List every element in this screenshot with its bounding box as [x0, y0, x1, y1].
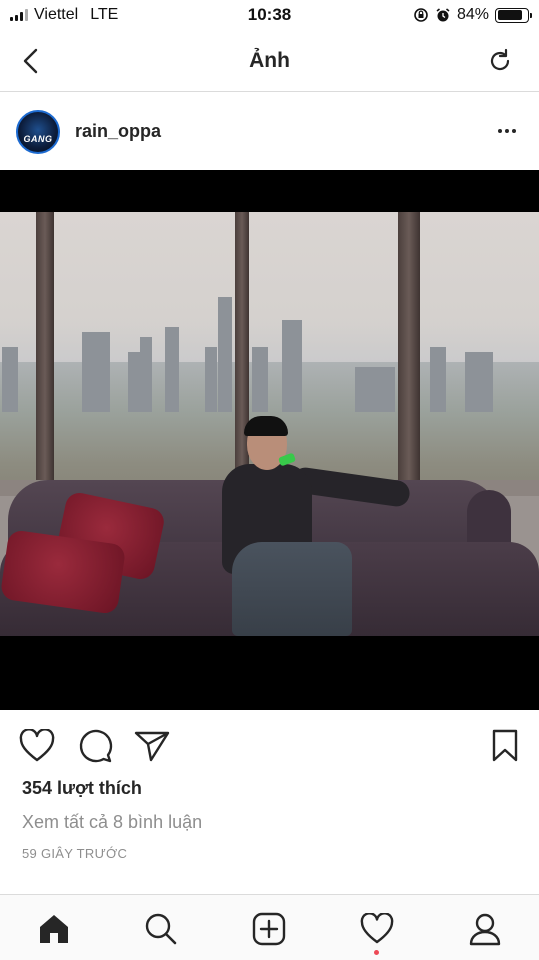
tab-home[interactable]: [32, 907, 76, 951]
view-all-comments-link[interactable]: Xem tất cả 8 bình luận: [22, 812, 202, 833]
bookmark-icon: [492, 729, 518, 762]
activity-notification-dot: [374, 950, 379, 955]
status-bar: Viettel LTE 10:38 84%: [0, 0, 539, 30]
battery-percent: 84%: [456, 6, 489, 23]
comment-icon: [79, 729, 113, 763]
rotation-lock-icon: [414, 8, 428, 22]
battery-icon: [495, 7, 532, 23]
post-timestamp: 59 GIÂY TRƯỚC: [22, 846, 128, 861]
tab-profile[interactable]: [463, 907, 507, 951]
send-icon: [134, 731, 170, 762]
search-icon: [145, 913, 177, 945]
page-title: Ảnh: [249, 48, 290, 72]
status-right: 84%: [413, 6, 532, 24]
network-type: LTE: [90, 6, 119, 23]
save-button[interactable]: [485, 726, 525, 766]
like-count[interactable]: 354 lượt thích: [22, 778, 142, 799]
home-icon: [40, 915, 68, 943]
add-post-icon: [252, 912, 286, 946]
avatar-logo-text: GANG: [23, 133, 53, 144]
refresh-icon: [490, 48, 510, 71]
nav-header: Ảnh: [0, 30, 539, 92]
tab-search[interactable]: [139, 907, 183, 951]
chevron-left-icon: [23, 48, 38, 74]
activity-heart-icon: [360, 913, 394, 944]
post-photo[interactable]: [0, 170, 539, 710]
avatar[interactable]: GANG: [16, 109, 60, 154]
refresh-button[interactable]: [483, 44, 517, 78]
post-header: GANG rain_oppa: [0, 93, 539, 170]
signal-strength-icon: [10, 9, 28, 21]
post-actions: [0, 722, 539, 770]
photo-image: [0, 212, 539, 636]
profile-icon: [469, 913, 501, 946]
post-username[interactable]: rain_oppa: [75, 121, 161, 142]
carrier-name: Viettel: [34, 6, 79, 23]
tab-new-post[interactable]: [247, 907, 291, 951]
more-options-button[interactable]: [495, 121, 519, 141]
ellipsis-icon: [498, 129, 502, 133]
alarm-icon: [436, 8, 450, 22]
tab-bar: [0, 894, 539, 960]
back-button[interactable]: [14, 44, 48, 78]
share-button[interactable]: [132, 726, 172, 766]
status-left: Viettel LTE: [10, 6, 118, 24]
like-button[interactable]: [17, 726, 57, 766]
battery-fill: [497, 10, 522, 20]
comment-button[interactable]: [75, 726, 115, 766]
tab-activity[interactable]: [355, 907, 399, 951]
heart-icon: [19, 729, 55, 762]
